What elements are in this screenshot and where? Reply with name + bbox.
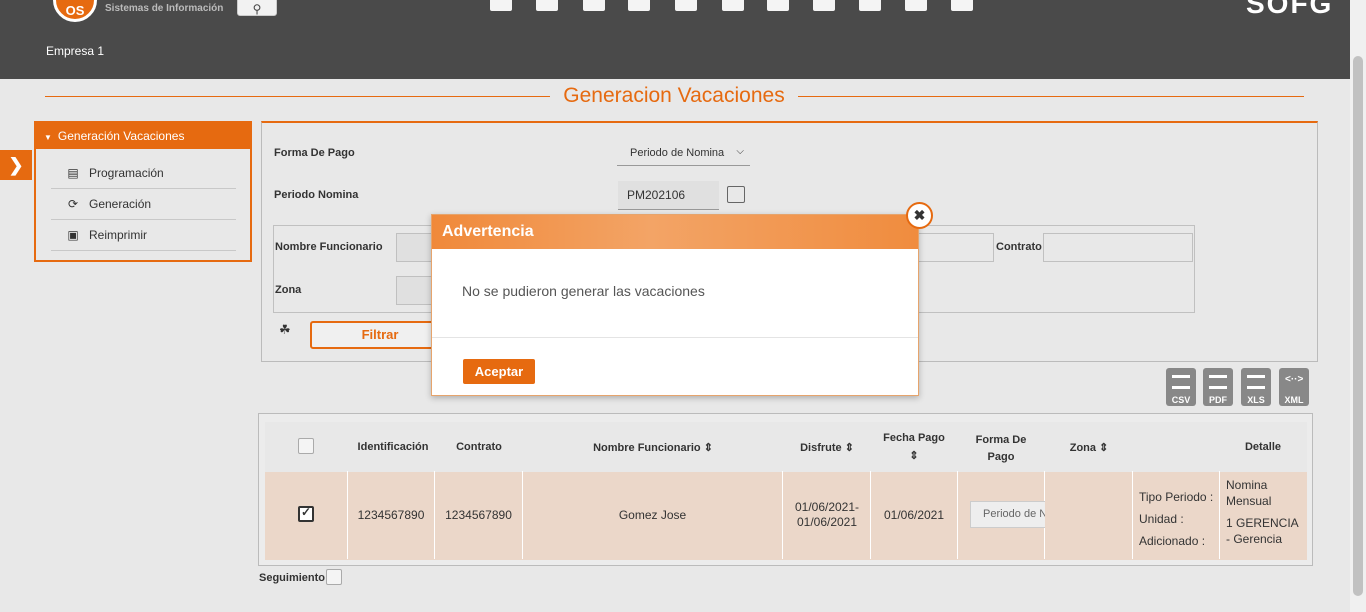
- cell-nombre: Gomez Jose: [618, 508, 687, 522]
- detail-values: Nomina Mensual 1 GERENCIA - Gerencia: [1226, 478, 1299, 546]
- seguimiento-checkbox[interactable]: [326, 569, 342, 585]
- search-icon: ⚲: [252, 2, 262, 16]
- edit-doc-icon[interactable]: [490, 0, 512, 11]
- aceptar-button[interactable]: Aceptar: [463, 359, 535, 384]
- nombre-funcionario-label: Nombre Funcionario: [275, 241, 383, 253]
- page-title: Generacion Vacaciones: [550, 84, 798, 108]
- header-fecha-pago[interactable]: Fecha Pago ⇕: [873, 432, 955, 462]
- export-csv-icon[interactable]: CSV: [1166, 368, 1196, 406]
- org-chart-icon[interactable]: [628, 0, 650, 11]
- sidebar-menu: ▼ Generación Vacaciones ▤ Programación ⟳ Ge…: [34, 121, 252, 262]
- cell-disfrute: 01/06/2021-01/06/2021: [794, 500, 860, 529]
- tools-icon[interactable]: [813, 0, 835, 11]
- contrato-input[interactable]: [1043, 233, 1193, 262]
- settings-gears-icon[interactable]: [859, 0, 881, 11]
- sort-icon: ⇕: [909, 450, 919, 462]
- dialog-divider: [432, 337, 918, 338]
- header-zona[interactable]: Zona ⇕: [1046, 441, 1132, 454]
- nombre-funcionario-input[interactable]: [396, 233, 436, 262]
- header-identificacion: Identificación: [357, 441, 429, 453]
- sidebar-item-generacion[interactable]: ⟳ Generación: [51, 189, 236, 220]
- location-settings-icon[interactable]: [905, 0, 927, 11]
- refresh-icon: ⟳: [67, 197, 79, 211]
- column-divider: [1219, 471, 1220, 559]
- column-divider: [957, 471, 958, 559]
- document-list-icon[interactable]: [767, 0, 789, 11]
- sidebar-header[interactable]: ▼ Generación Vacaciones: [36, 123, 250, 149]
- handshake-icon[interactable]: [951, 0, 973, 11]
- sort-icon: ⇕: [1099, 442, 1109, 454]
- select-all-checkbox[interactable]: [298, 438, 314, 454]
- zona-input[interactable]: [396, 276, 436, 305]
- company-logo[interactable]: OS: [53, 0, 97, 22]
- header-forma-pago: Forma De Pago: [975, 434, 1027, 463]
- export-xls-icon[interactable]: XLS: [1241, 368, 1271, 406]
- sidebar-item-reimprimir[interactable]: ▣ Reimprimir: [51, 220, 236, 251]
- dialog-message: No se pudieron generar las vacaciones: [462, 283, 705, 299]
- periodo-nomina-label: Periodo Nomina: [274, 189, 359, 201]
- forma-pago-select[interactable]: Periodo de Nomina ⌵: [617, 142, 750, 166]
- filtrar-button[interactable]: Filtrar: [310, 321, 450, 349]
- clear-filter-icon[interactable]: ☘: [279, 322, 291, 338]
- sidebar-item-programacion[interactable]: ▤ Programación: [51, 158, 236, 189]
- brand-logo: SOFG: [1246, 0, 1334, 19]
- cell-identificacion: 1234567890: [357, 508, 425, 522]
- periodo-nomina-field[interactable]: PM202106: [618, 181, 719, 210]
- transfer-icon[interactable]: [675, 0, 697, 11]
- warning-dialog: Advertencia No se pudieron generar las v…: [431, 214, 919, 396]
- select-period-icon[interactable]: [727, 186, 745, 203]
- cell-forma-pago-button[interactable]: Periodo de Nomina: [970, 501, 1045, 528]
- scrollbar-thumb[interactable]: [1353, 56, 1363, 596]
- column-divider: [782, 471, 783, 559]
- sidebar-toggle-button[interactable]: ❯: [0, 150, 32, 180]
- chevron-right-icon: ❯: [8, 155, 24, 175]
- header-contrato: Contrato: [456, 441, 502, 453]
- zona-label: Zona: [275, 284, 302, 296]
- monitor-icon: ▤: [67, 166, 79, 180]
- history-icon[interactable]: [722, 0, 744, 11]
- dialog-title: Advertencia: [432, 215, 918, 249]
- detail-labels: Tipo Periodo : Unidad : Adicionado :: [1139, 490, 1214, 548]
- seguimiento-label: Seguimiento: [259, 572, 326, 584]
- printer-icon: ▣: [67, 228, 79, 242]
- search-button[interactable]: ⚲: [237, 0, 277, 16]
- row-checkbox[interactable]: ✓: [298, 505, 314, 522]
- header-detalle: Detalle: [1244, 441, 1282, 453]
- checkmark-icon: ✓: [301, 505, 312, 519]
- cell-fecha-pago: 01/06/2021: [883, 508, 945, 522]
- header-disfrute[interactable]: Disfrute ⇕: [783, 441, 871, 454]
- logo-subtitle: Sistemas de Información: [105, 3, 224, 14]
- sort-icon: ⇕: [703, 442, 713, 454]
- export-pdf-icon[interactable]: PDF: [1203, 368, 1233, 406]
- gift-icon[interactable]: [583, 0, 605, 11]
- column-divider: [1132, 471, 1133, 559]
- export-xml-icon[interactable]: <··> XML: [1279, 368, 1309, 406]
- page-scrollbar[interactable]: [1350, 0, 1366, 612]
- sort-icon: ⇕: [844, 442, 854, 454]
- chevron-down-icon: ⌵: [736, 146, 744, 157]
- cell-contrato: 1234567890: [445, 508, 512, 522]
- caret-down-icon: ▼: [44, 133, 52, 142]
- forma-pago-label: Forma De Pago: [274, 147, 355, 159]
- close-icon[interactable]: ✖: [906, 202, 933, 229]
- header-nombre-funcionario[interactable]: Nombre Funcionario ⇕: [523, 441, 783, 454]
- secondary-input[interactable]: [918, 233, 994, 262]
- company-name[interactable]: Empresa 1: [46, 44, 104, 58]
- contrato-label: Contrato: [996, 241, 1042, 253]
- people-icon[interactable]: [536, 0, 558, 11]
- top-bar: OS Sistemas de Información ⚲ SOFG Empres…: [0, 0, 1350, 79]
